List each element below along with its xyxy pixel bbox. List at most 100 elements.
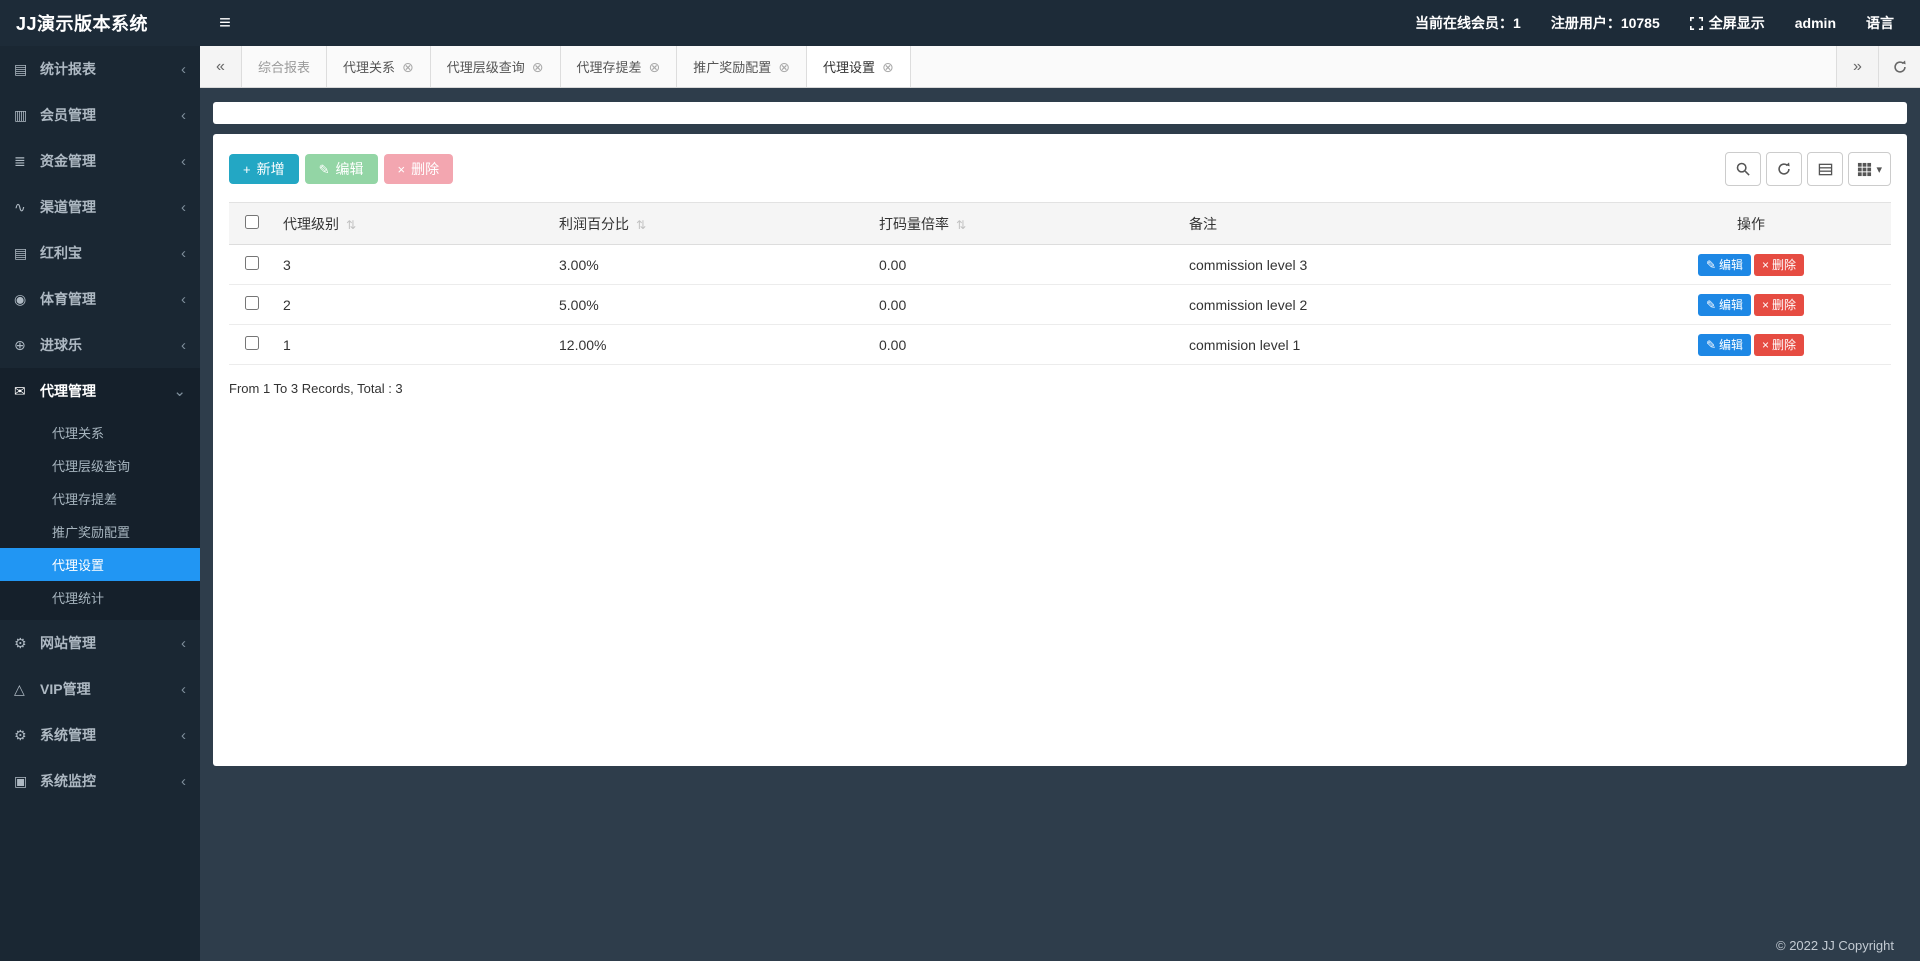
cell-agent-level: 2 — [275, 284, 551, 325]
website-mgmt-icon: ⚙ — [14, 634, 27, 651]
tab-comprehensive-report[interactable]: 综合报表 — [242, 46, 328, 87]
cell-remark: commision level 1 — [1181, 324, 1611, 365]
language-menu[interactable]: 语言 — [1866, 13, 1894, 33]
double-chevron-left-icon: « — [216, 57, 225, 75]
sidebar-item-bonus-treasure[interactable]: ▤ 红利宝 ‹ — [0, 230, 200, 276]
sidebar-item-agent-settings[interactable]: 代理设置 — [0, 548, 200, 581]
tab-label: 推广奖励配置 — [693, 60, 772, 75]
row-delete-button[interactable]: × 删除 — [1754, 293, 1805, 316]
row-checkbox[interactable] — [245, 256, 259, 270]
edit-icon: ✎ — [318, 161, 330, 177]
chevron-left-icon: ‹ — [181, 680, 186, 698]
tabs-refresh-button[interactable] — [1878, 46, 1920, 87]
refresh-icon — [1893, 60, 1907, 74]
sidebar-item-system-mgmt[interactable]: ⚙ 系统管理 ‹ — [0, 712, 200, 758]
row-checkbox[interactable] — [245, 296, 259, 310]
column-header-agent-level[interactable]: 代理级别 ⇅ — [275, 202, 551, 245]
sidebar-item-label: 代理管理 — [40, 383, 96, 399]
tab-agent-settings[interactable]: 代理设置 ⊗ — [807, 46, 911, 87]
close-icon[interactable]: ⊗ — [532, 60, 544, 74]
bonus-treasure-icon: ▤ — [14, 244, 28, 261]
tab-label: 综合报表 — [258, 60, 311, 75]
column-label: 备注 — [1189, 215, 1217, 232]
column-header-wager-multiplier[interactable]: 打码量倍率 ⇅ — [871, 202, 1181, 245]
add-button[interactable]: + 新增 — [229, 154, 299, 184]
sidebar-item-agent-mgmt[interactable]: ✉ 代理管理 ⌄ — [0, 368, 200, 414]
sidebar-item-system-monitor[interactable]: ▣ 系统监控 ‹ — [0, 758, 200, 804]
row-delete-button[interactable]: × 删除 — [1754, 333, 1805, 356]
sidebar-item-agent-relation[interactable]: 代理关系 — [0, 416, 200, 449]
row-edit-button[interactable]: ✎ 编辑 — [1697, 333, 1752, 356]
tab-label: 代理层级查询 — [446, 60, 525, 75]
agent-submenu: 代理关系 代理层级查询 代理存提差 推广奖励配置 代理设置 代理统计 — [0, 414, 200, 620]
sort-icon: ⇅ — [956, 217, 967, 232]
select-all-checkbox[interactable] — [245, 215, 259, 229]
column-header-profit-percent[interactable]: 利润百分比 ⇅ — [551, 202, 871, 245]
tab-agent-level-query[interactable]: 代理层级查询 ⊗ — [430, 46, 561, 87]
edit-icon: ✎ — [1705, 337, 1716, 352]
user-menu[interactable]: admin — [1795, 15, 1836, 31]
toggle-view-button[interactable] — [1807, 152, 1844, 186]
sidebar-item-channel-mgmt[interactable]: ∿ 渠道管理 ‹ — [0, 184, 200, 230]
topbar-right: 当前在线会员：1 注册用户：10785 全屏显示 admin 语言 — [1415, 0, 1920, 46]
fullscreen-button[interactable]: 全屏显示 — [1689, 13, 1765, 33]
sidebar-item-label: 体育管理 — [40, 291, 96, 307]
sidebar-item-agent-level-query[interactable]: 代理层级查询 — [0, 449, 200, 482]
sidebar-item-funds-mgmt[interactable]: ≣ 资金管理 ‹ — [0, 138, 200, 184]
chevron-left-icon: ‹ — [181, 106, 186, 124]
sidebar-item-website-mgmt[interactable]: ⚙ 网站管理 ‹ — [0, 620, 200, 666]
chevron-down-icon: ⌄ — [173, 383, 186, 400]
fullscreen-label: 全屏显示 — [1708, 15, 1765, 31]
sidebar-item-vip-mgmt[interactable]: △ VIP管理 ‹ — [0, 666, 200, 712]
tab-promo-reward-config[interactable]: 推广奖励配置 ⊗ — [677, 46, 808, 87]
sidebar-item-label: VIP管理 — [40, 681, 91, 697]
sidebar-toggle-button[interactable]: ≡ — [200, 0, 250, 46]
sidebar-item-sports-mgmt[interactable]: ◉ 体育管理 ‹ — [0, 276, 200, 322]
sidebar-item-goal-fun[interactable]: ⊕ 进球乐 ‹ — [0, 322, 200, 368]
submenu-label: 代理存提差 — [52, 492, 118, 507]
channel-mgmt-icon: ∿ — [14, 198, 26, 215]
tabs-container: 综合报表 代理关系 ⊗ 代理层级查询 ⊗ 代理存提差 ⊗ 推广奖励配置 ⊗ 代理… — [242, 46, 1836, 87]
close-icon[interactable]: ⊗ — [649, 60, 661, 74]
row-edit-button[interactable]: ✎ 编辑 — [1697, 253, 1752, 276]
edit-button[interactable]: ✎ 编辑 — [304, 154, 378, 184]
delete-button-label: 删除 — [411, 161, 440, 177]
delete-button[interactable]: × 删除 — [383, 154, 454, 184]
x-icon: × — [397, 161, 406, 177]
sidebar-item-member-mgmt[interactable]: ▥ 会员管理 ‹ — [0, 92, 200, 138]
submenu-label: 代理关系 — [52, 426, 105, 441]
tabs-scroll-left-button[interactable]: « — [200, 46, 242, 87]
funds-mgmt-icon: ≣ — [14, 152, 26, 169]
sidebar-item-agent-deposit-diff[interactable]: 代理存提差 — [0, 482, 200, 515]
edit-icon: ✎ — [1705, 257, 1716, 272]
close-icon[interactable]: ⊗ — [778, 60, 790, 74]
table-tools: ▾ — [1725, 152, 1891, 186]
row-edit-button[interactable]: ✎ 编辑 — [1697, 293, 1752, 316]
table-row: 3 3.00% 0.00 commission level 3 ✎ 编辑 × 删除 — [229, 244, 1891, 285]
search-button[interactable] — [1725, 152, 1762, 186]
agent-mgmt-icon: ✉ — [14, 382, 26, 399]
column-label: 打码量倍率 — [879, 215, 949, 232]
tabs-scroll-right-button[interactable]: » — [1836, 46, 1878, 87]
chevron-left-icon: ‹ — [181, 60, 186, 78]
grid-columns-icon — [1857, 162, 1872, 177]
hamburger-icon: ≡ — [219, 11, 231, 34]
row-delete-button[interactable]: × 删除 — [1754, 253, 1805, 276]
refresh-icon — [1777, 162, 1791, 176]
sidebar-item-promo-reward-config[interactable]: 推广奖励配置 — [0, 515, 200, 548]
refresh-table-button[interactable] — [1766, 152, 1803, 186]
row-checkbox[interactable] — [245, 336, 259, 350]
sidebar-item-stats-report[interactable]: ▤ 统计报表 ‹ — [0, 46, 200, 92]
sidebar-item-agent-stats[interactable]: 代理统计 — [0, 581, 200, 614]
sidebar-item-label: 进球乐 — [40, 337, 82, 353]
columns-dropdown-button[interactable]: ▾ — [1848, 152, 1891, 186]
tab-agent-deposit-diff[interactable]: 代理存提差 ⊗ — [560, 46, 678, 87]
tab-agent-relation[interactable]: 代理关系 ⊗ — [327, 46, 431, 87]
chevron-left-icon: ‹ — [181, 634, 186, 652]
close-icon[interactable]: ⊗ — [882, 60, 894, 74]
sort-icon: ⇅ — [346, 217, 357, 232]
submenu-label: 推广奖励配置 — [52, 525, 131, 540]
close-icon[interactable]: ⊗ — [402, 60, 414, 74]
cell-wager-multiplier: 0.00 — [871, 244, 1181, 285]
sidebar-item-label: 系统管理 — [40, 727, 96, 743]
